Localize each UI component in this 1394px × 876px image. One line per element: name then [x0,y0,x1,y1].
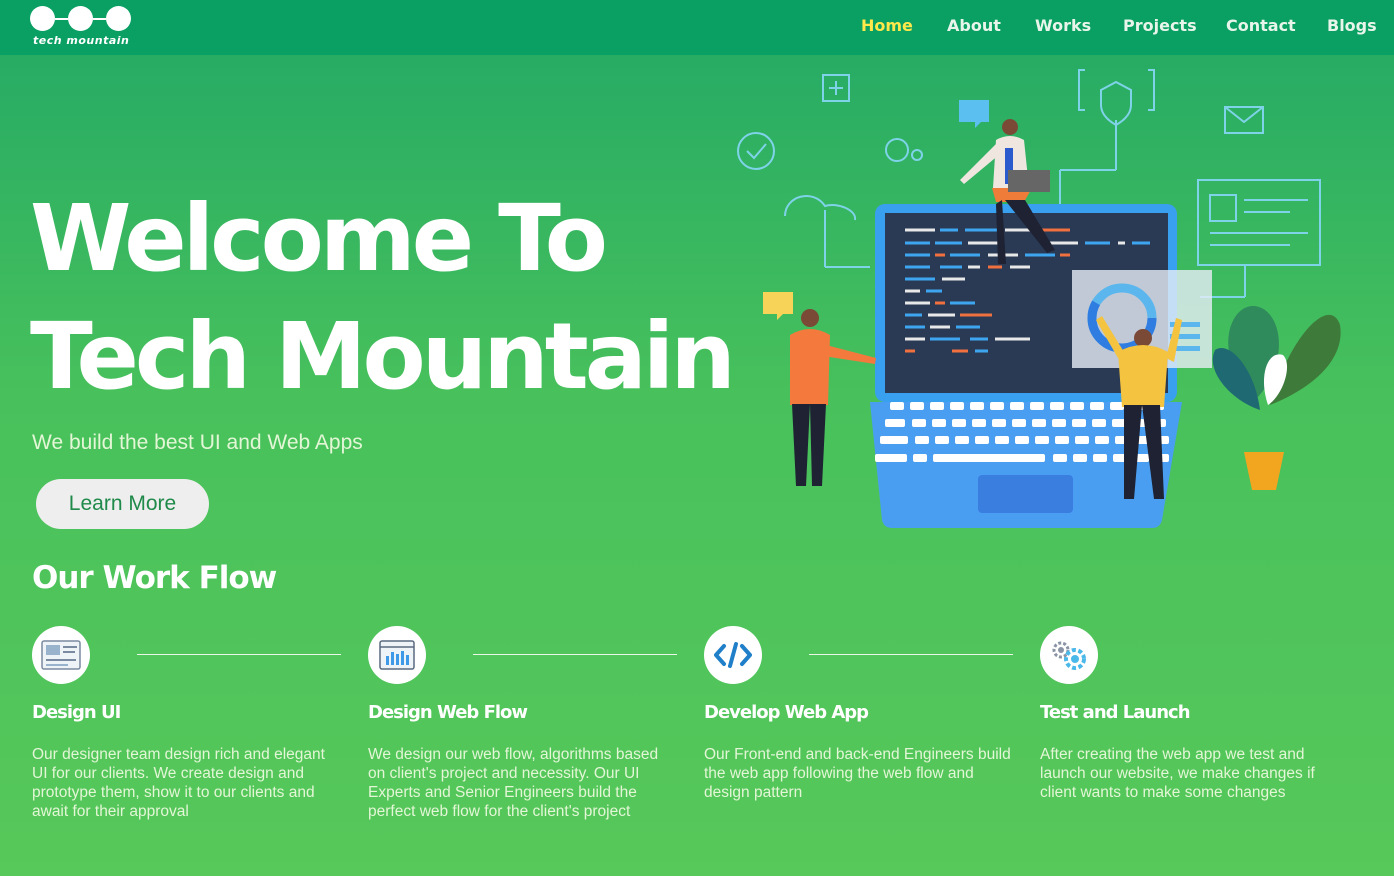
speech-bubble-icon [959,100,989,128]
hero-title-line2: Tech Mountain [30,303,736,410]
step-description: Our Front-end and back-end Engineers bui… [704,746,1011,801]
check-circle-icon [737,132,775,170]
workflow-step-design-ui: Design UI Our designer team design rich … [32,626,342,846]
step-connector [473,654,677,655]
step-title: Test and Launch [1040,702,1191,723]
hero-title-line1: Welcome To [30,185,608,292]
hero-illustration [737,69,1341,528]
shield-icon [1100,80,1132,127]
logo-mark [30,6,132,32]
nav-about[interactable]: About [947,16,1001,35]
hero-subtitle: We build the best UI and Web Apps [32,431,363,454]
step-connector [809,654,1013,655]
design-ui-icon [32,626,90,684]
step-description: We design our web flow, algorithms based… [368,746,659,820]
workflow-step-web-flow: Design Web Flow We design our web flow, … [368,626,678,846]
trackpad [978,475,1073,513]
step-connector [137,654,341,655]
logo[interactable]: tech mountain [30,6,132,48]
browser-window-icon [1197,179,1321,266]
gear-icon [885,138,909,162]
step-title: Develop Web App [704,702,869,723]
speech-bubble-icon [763,292,793,320]
step-description: After creating the web app we test and l… [1040,746,1315,801]
nav-blogs[interactable]: Blogs [1327,16,1377,35]
nav-home[interactable]: Home [861,16,913,35]
plant-icon [1212,306,1341,490]
code-icon [704,626,762,684]
nav-projects[interactable]: Projects [1123,16,1197,35]
step-title: Design UI [32,702,121,723]
workflow-title: Our Work Flow [32,560,277,596]
step-description: Our designer team design rich and elegan… [32,746,325,820]
step-title: Design Web Flow [368,702,528,723]
nav-works[interactable]: Works [1035,16,1091,35]
workflow-step-test-launch: Test and Launch After creating the web a… [1040,626,1350,846]
nav-contact[interactable]: Contact [1226,16,1296,35]
gears-icon [1040,626,1098,684]
security-frame-icon [1078,69,1155,111]
person-man-left [790,309,876,486]
web-flow-icon [368,626,426,684]
navbar: tech mountain Home About Works Projects … [0,0,1394,55]
hero-title: Welcome To Tech Mountain [30,180,736,416]
logo-text: tech mountain [33,34,130,47]
learn-more-button[interactable]: Learn More [36,479,209,529]
workflow-step-develop: Develop Web App Our Front-end and back-e… [704,626,1014,846]
cloud-icon [784,195,857,221]
